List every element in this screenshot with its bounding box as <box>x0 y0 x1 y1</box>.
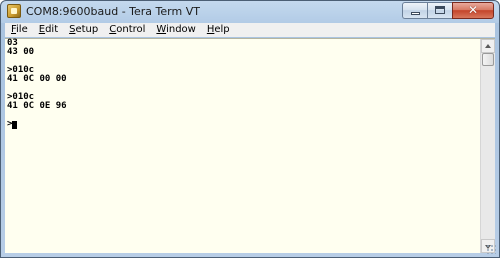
menu-help[interactable]: Help <box>201 23 235 37</box>
terminal-prompt-line: > <box>7 120 479 129</box>
menu-setup[interactable]: Setup <box>63 23 103 37</box>
menu-window[interactable]: Window <box>150 23 200 37</box>
menu-bar: File Edit Setup Control Window Help <box>5 23 495 37</box>
menu-window-label: indow <box>166 24 196 35</box>
minimize-button[interactable] <box>402 2 427 19</box>
vertical-scrollbar[interactable] <box>480 39 495 253</box>
terminal-line: >010c <box>7 92 35 102</box>
title-bar[interactable]: COM8:9600baud - Tera Term VT ✕ <box>1 1 499 23</box>
terminal-client-area[interactable]: 03 43 00 >010c 41 0C 00 00 >010c 41 0C 0… <box>5 38 495 253</box>
terminal-line: 03 <box>7 38 18 48</box>
caption-buttons: ✕ <box>402 2 494 19</box>
minimize-icon <box>411 12 420 15</box>
close-icon: ✕ <box>467 3 479 17</box>
menu-help-label: elp <box>214 24 230 35</box>
scroll-up-arrow-icon[interactable] <box>481 39 495 53</box>
close-button[interactable]: ✕ <box>452 2 494 19</box>
menu-file[interactable]: File <box>5 23 33 37</box>
menu-control[interactable]: Control <box>103 23 150 37</box>
terminal-line: >010c <box>7 65 35 75</box>
scrollbar-thumb[interactable] <box>482 53 494 66</box>
maximize-button[interactable] <box>427 2 452 19</box>
menu-edit-label: dit <box>45 24 59 35</box>
maximize-icon <box>435 6 445 14</box>
menu-file-label: ile <box>16 24 28 35</box>
terminal-line: 41 0C 00 00 <box>7 74 67 84</box>
resize-grip-icon[interactable] <box>486 244 496 254</box>
menu-window-accel: W <box>156 24 167 35</box>
terminal-line: 41 0C 0E 96 <box>7 101 67 111</box>
tera-term-app-icon[interactable] <box>7 4 21 18</box>
terminal-screen[interactable]: 03 43 00 >010c 41 0C 00 00 >010c 41 0C 0… <box>7 39 479 253</box>
tera-term-window: COM8:9600baud - Tera Term VT ✕ File Edit… <box>0 0 500 258</box>
menu-edit[interactable]: Edit <box>33 23 63 37</box>
terminal-line: 43 00 <box>7 47 35 57</box>
menu-setup-label: etup <box>75 24 99 35</box>
menu-control-label: ontrol <box>116 24 146 35</box>
terminal-cursor <box>12 121 18 129</box>
window-title: COM8:9600baud - Tera Term VT <box>26 5 200 18</box>
